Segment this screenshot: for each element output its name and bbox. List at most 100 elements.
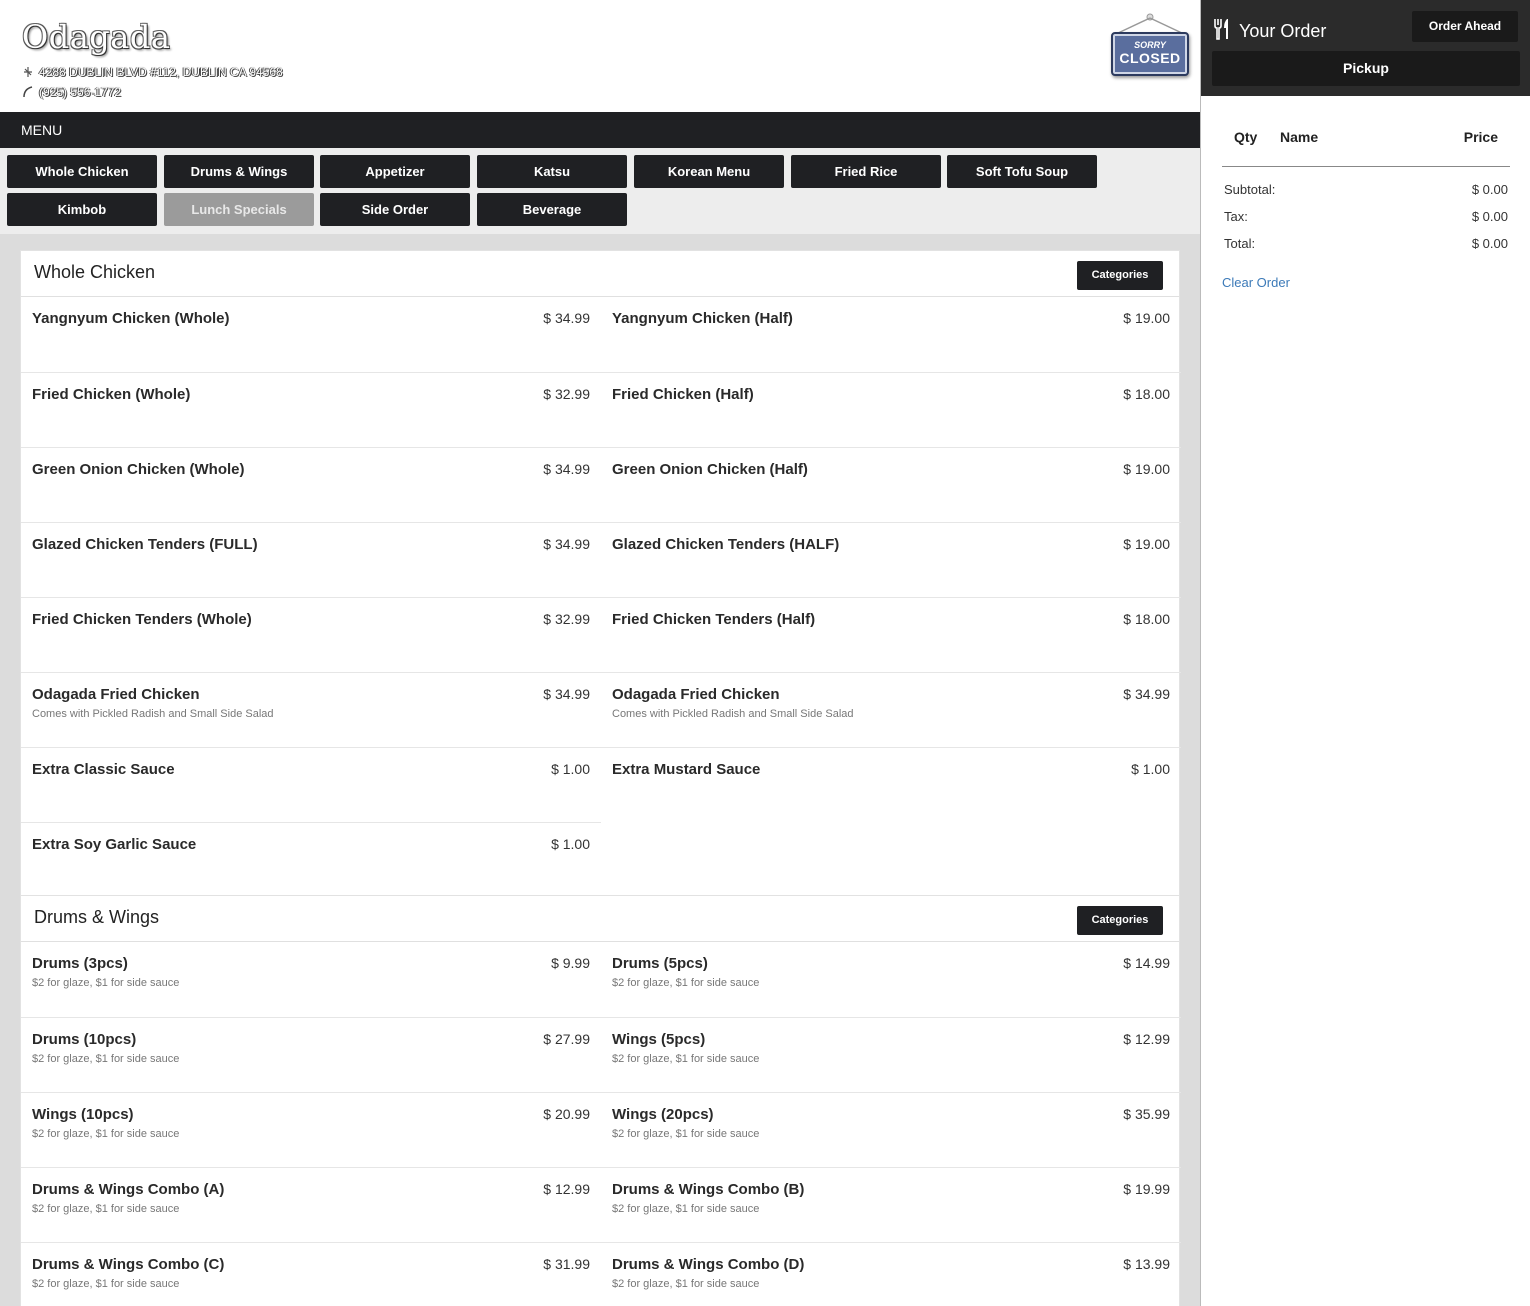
- item-name: Fried Chicken Tenders (Whole): [32, 611, 252, 628]
- name-column-header: Name: [1280, 129, 1319, 145]
- item-name: Odagada Fried Chicken: [612, 686, 780, 703]
- item-price: $ 12.99: [543, 1181, 590, 1197]
- order-ahead-button[interactable]: Order Ahead: [1412, 11, 1518, 42]
- price-column-header: Price: [1463, 129, 1498, 145]
- address-line: 4288 DUBLIN BLVD #112, DUBLIN CA 94568: [22, 65, 283, 79]
- menu-item[interactable]: Green Onion Chicken (Whole) $ 34.99: [21, 447, 601, 522]
- category-button-drums-wings[interactable]: Drums & Wings: [164, 155, 314, 188]
- item-name: Extra Mustard Sauce: [612, 761, 761, 778]
- item-price: $ 12.99: [1123, 1031, 1170, 1047]
- category-button-appetizer[interactable]: Appetizer: [320, 155, 470, 188]
- item-price: $ 13.99: [1123, 1256, 1170, 1272]
- item-price: $ 31.99: [543, 1256, 590, 1272]
- phone-icon: [22, 86, 34, 98]
- menu-item[interactable]: Extra Classic Sauce $ 1.00: [21, 747, 601, 822]
- item-description: Comes with Pickled Radish and Small Side…: [32, 708, 274, 720]
- item-price: $ 34.99: [543, 536, 590, 552]
- restaurant-header: Odagada 4288 DUBLIN BLVD #112, DUBLIN CA…: [0, 0, 1200, 112]
- restaurant-phone: (925) 556-1772: [39, 85, 122, 99]
- menu-item[interactable]: Drums & Wings Combo (D) $ 13.99 $2 for g…: [601, 1242, 1181, 1306]
- total-label: Total:: [1224, 236, 1256, 251]
- item-name: Extra Soy Garlic Sauce: [32, 836, 197, 853]
- item-price: $ 19.99: [1123, 1181, 1170, 1197]
- item-description: $2 for glaze, $1 for side sauce: [612, 1203, 760, 1215]
- category-button-beverage[interactable]: Beverage: [477, 193, 627, 226]
- menu-section-whole-chicken: Whole Chicken Categories Yangnyum Chicke…: [20, 250, 1181, 897]
- category-button-lunch-specials[interactable]: Lunch Specials: [164, 193, 314, 226]
- menu-item[interactable]: Drums & Wings Combo (B) $ 19.99 $2 for g…: [601, 1167, 1181, 1242]
- category-button-kimbob[interactable]: Kimbob: [7, 193, 157, 226]
- menu-item[interactable]: Extra Mustard Sauce $ 1.00: [601, 747, 1181, 822]
- item-name: Yangnyum Chicken (Whole): [32, 310, 230, 327]
- clear-order-link[interactable]: Clear Order: [1222, 275, 1290, 290]
- item-name: Drums (10pcs): [32, 1031, 137, 1048]
- categories-button[interactable]: Categories: [1077, 906, 1163, 935]
- category-button-whole-chicken[interactable]: Whole Chicken: [7, 155, 157, 188]
- item-price: $ 34.99: [543, 310, 590, 326]
- item-name: Drums & Wings Combo (A): [32, 1181, 225, 1198]
- item-description: $2 for glaze, $1 for side sauce: [612, 1278, 760, 1290]
- item-name: Fried Chicken Tenders (Half): [612, 611, 816, 628]
- menu-item[interactable]: Glazed Chicken Tenders (HALF) $ 19.00: [601, 522, 1181, 597]
- item-price: $ 20.99: [543, 1106, 590, 1122]
- tax-row: Tax: $ 0.00: [1224, 209, 1508, 224]
- utensils-icon: [1213, 18, 1231, 45]
- order-title-wrap: Your Order: [1213, 18, 1326, 45]
- categories-button[interactable]: Categories: [1077, 261, 1163, 290]
- item-price: $ 19.00: [1123, 461, 1170, 477]
- menu-item[interactable]: Drums & Wings Combo (A) $ 12.99 $2 for g…: [21, 1167, 601, 1242]
- menu-item[interactable]: Wings (20pcs) $ 35.99 $2 for glaze, $1 f…: [601, 1092, 1181, 1167]
- item-price: $ 1.00: [551, 836, 590, 852]
- section-title: Whole Chicken: [34, 262, 156, 282]
- menu-item[interactable]: Fried Chicken Tenders (Whole) $ 32.99: [21, 597, 601, 672]
- item-price: $ 19.00: [1123, 536, 1170, 552]
- menu-item[interactable]: Extra Soy Garlic Sauce $ 1.00: [21, 822, 601, 897]
- menu-item[interactable]: Drums (3pcs) $ 9.99 $2 for glaze, $1 for…: [21, 942, 601, 1017]
- subtotal-label: Subtotal:: [1224, 182, 1276, 197]
- menu-column: Odagada 4288 DUBLIN BLVD #112, DUBLIN CA…: [0, 0, 1200, 1306]
- menu-item[interactable]: Drums & Wings Combo (C) $ 31.99 $2 for g…: [21, 1242, 601, 1306]
- menu-item[interactable]: Wings (10pcs) $ 20.99 $2 for glaze, $1 f…: [21, 1092, 601, 1167]
- item-price: $ 19.00: [1123, 310, 1170, 326]
- menu-item[interactable]: Fried Chicken (Whole) $ 32.99: [21, 372, 601, 447]
- item-description: Comes with Pickled Radish and Small Side…: [612, 708, 854, 720]
- category-button-fried-rice[interactable]: Fried Rice: [791, 155, 941, 188]
- qty-column-header: Qty: [1234, 129, 1258, 145]
- closed-sign: SORRY CLOSED: [1110, 12, 1190, 78]
- menu-item[interactable]: Yangnyum Chicken (Half) $ 19.00: [601, 297, 1181, 372]
- menu-item[interactable]: Glazed Chicken Tenders (FULL) $ 34.99: [21, 522, 601, 597]
- item-description: $2 for glaze, $1 for side sauce: [32, 1053, 180, 1065]
- section-header: Drums & Wings Categories: [21, 896, 1179, 942]
- category-button-soft-tofu-soup[interactable]: Soft Tofu Soup: [947, 155, 1097, 188]
- item-name: Drums & Wings Combo (C): [32, 1256, 225, 1273]
- category-button-korean-menu[interactable]: Korean Menu: [634, 155, 784, 188]
- menu-item[interactable]: Fried Chicken Tenders (Half) $ 18.00: [601, 597, 1181, 672]
- item-name: Wings (10pcs): [32, 1106, 134, 1123]
- item-price: $ 34.99: [543, 461, 590, 477]
- item-name: Yangnyum Chicken (Half): [612, 310, 793, 327]
- pickup-button[interactable]: Pickup: [1212, 51, 1520, 86]
- item-name: Green Onion Chicken (Whole): [32, 461, 245, 478]
- section-header: Whole Chicken Categories: [21, 251, 1179, 297]
- menu-item[interactable]: Odagada Fried Chicken $ 34.99 Comes with…: [21, 672, 601, 747]
- category-button-side-order[interactable]: Side Order: [320, 193, 470, 226]
- item-price: $ 34.99: [1123, 686, 1170, 702]
- category-button-katsu[interactable]: Katsu: [477, 155, 627, 188]
- item-name: Fried Chicken (Half): [612, 386, 754, 403]
- total-value: $ 0.00: [1471, 236, 1508, 251]
- menu-item[interactable]: Fried Chicken (Half) $ 18.00: [601, 372, 1181, 447]
- menu-item[interactable]: Wings (5pcs) $ 12.99 $2 for glaze, $1 fo…: [601, 1017, 1181, 1092]
- location-icon: [22, 66, 34, 78]
- menu-item[interactable]: Drums (5pcs) $ 14.99 $2 for glaze, $1 fo…: [601, 942, 1181, 1017]
- item-description: $2 for glaze, $1 for side sauce: [32, 1278, 180, 1290]
- menu-item[interactable]: Green Onion Chicken (Half) $ 19.00: [601, 447, 1181, 522]
- item-name: Glazed Chicken Tenders (FULL): [32, 536, 258, 553]
- item-price: $ 9.99: [551, 955, 590, 971]
- menu-item[interactable]: Odagada Fried Chicken $ 34.99 Comes with…: [601, 672, 1181, 747]
- item-description: $2 for glaze, $1 for side sauce: [32, 977, 180, 989]
- menu-item[interactable]: Drums (10pcs) $ 27.99 $2 for glaze, $1 f…: [21, 1017, 601, 1092]
- item-price: $ 1.00: [551, 761, 590, 777]
- subtotal-value: $ 0.00: [1471, 182, 1508, 197]
- item-name: Green Onion Chicken (Half): [612, 461, 808, 478]
- menu-item[interactable]: Yangnyum Chicken (Whole) $ 34.99: [21, 297, 601, 372]
